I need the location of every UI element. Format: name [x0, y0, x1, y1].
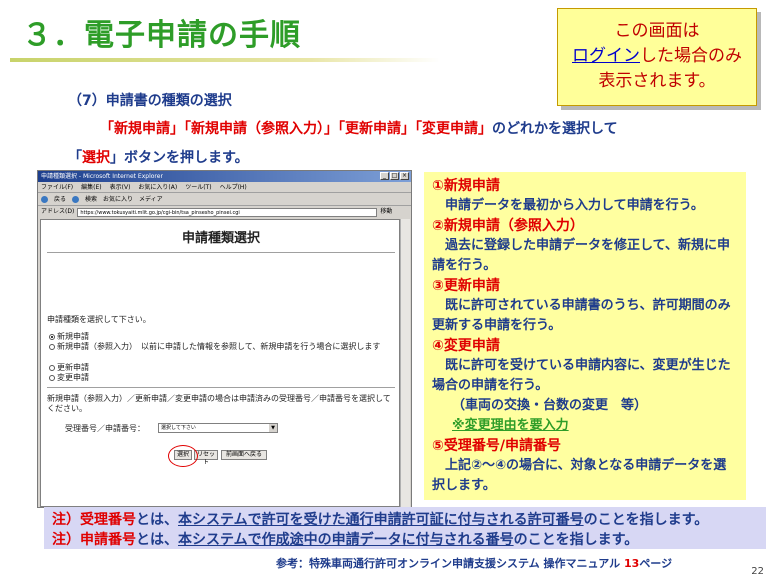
title-underline [10, 58, 440, 62]
menu-edit[interactable]: 編集(E) [81, 182, 101, 192]
browser-window: 申請種類選択 - Microsoft Internet Explorer _ □… [37, 170, 412, 508]
address-label: アドレス(D) [41, 208, 75, 215]
forward-icon[interactable] [72, 195, 80, 203]
page-title: 申請種類選択 [181, 231, 260, 246]
menu-tools[interactable]: ツール(T) [185, 182, 211, 192]
back-icon[interactable] [41, 195, 48, 203]
option-new-ref: 「新規申請（参照入力）」 [184, 121, 338, 137]
note-mid: とは、 [136, 512, 178, 528]
minimize-icon[interactable]: _ [380, 172, 389, 180]
menu-favorites[interactable]: お気に入り(A) [138, 182, 177, 192]
reference-text: 参考：特殊車両通行許可オンライン申請支援システム 操作マニュアル [276, 557, 624, 570]
option-change: 「変更申請」 [415, 121, 492, 137]
instruction-line-2: 「選択」ボタンを押します。 [68, 147, 249, 167]
toolbar-favorites[interactable]: お気に入り [103, 193, 133, 206]
reference-page: 13 [624, 557, 640, 570]
radio-renew[interactable]: 更新申請 [49, 363, 89, 373]
number-select[interactable]: 選択して下さい [158, 423, 278, 433]
manual-reference: 参考：特殊車両通行許可オンライン申請支援システム 操作マニュアル 13ページ [276, 555, 672, 571]
item-heading: ①新規申請 [432, 178, 500, 194]
item-desc: 過去に登録した申請データを修正して、新規に申請を行う。 [432, 238, 730, 273]
browser-toolbar: 戻る 検索 お気に入り メディア [38, 193, 411, 206]
item-extra: （車両の交換・台数の変更 等） [452, 398, 648, 413]
radio-label: 新規申請（参照入力） 以前に申請した情報を参照して、新規申請を行う場合に選択しま… [57, 342, 381, 351]
highlight-circle [168, 445, 198, 467]
item-desc: 既に許可されている申請書のうち、許可期間のみ更新する申請を行う。 [432, 298, 731, 333]
step-heading: （7）申請書の種類の選択 [68, 93, 232, 109]
toolbar-back[interactable]: 戻る [54, 193, 66, 206]
instruction-tail-1: のどれかを選択して [492, 121, 618, 137]
note-term: 注）受理番号 [52, 512, 136, 528]
callout-line3: 表示されます。 [598, 71, 716, 91]
back-button[interactable]: 前画面へ戻る [221, 450, 267, 460]
form-prompt: 申請種類を選択して下さい。 [47, 315, 151, 324]
callout-line1: この画面は [614, 21, 700, 41]
item-desc: 上記②～④の場合に、対象となる申請データを選択します。 [432, 458, 727, 493]
option-renew: 「更新申請」 [338, 121, 415, 137]
item-heading: ②新規申請（参照入力） [432, 218, 584, 234]
radio-label: 新規申請 [57, 332, 89, 341]
toolbar-media[interactable]: メディア [139, 193, 163, 206]
bracket-close: 」 [110, 150, 124, 166]
radio-label: 変更申請 [57, 373, 89, 382]
select-word: 選択 [82, 150, 110, 166]
go-button[interactable]: 移動 [380, 206, 392, 218]
window-controls: _ □ × [380, 172, 409, 180]
item-heading: ③更新申請 [432, 278, 500, 294]
login-callout: この画面は ログインした場合のみ 表示されます。 [557, 8, 757, 106]
item-heading: ⑤受理番号/申請番号 [432, 438, 561, 454]
menu-view[interactable]: 表示(V) [110, 182, 131, 192]
browser-content: 申請種類選択 申請種類を選択して下さい。 新規申請 新規申請（参照入力） 以前に… [40, 219, 400, 507]
radio-icon[interactable] [49, 365, 55, 371]
divider [47, 252, 395, 253]
maximize-icon[interactable]: □ [390, 172, 399, 180]
explanation-panel: ①新規申請 申請データを最初から入力して申請を行う。 ②新規申請（参照入力） 過… [424, 172, 746, 500]
radio-checked-icon[interactable] [49, 334, 55, 340]
slide-title: ３．電子申請の手順 [22, 18, 301, 53]
menu-file[interactable]: ファイル(F) [41, 182, 73, 192]
note-end: のことを指します。 [513, 532, 639, 548]
instruction-line-1: 「新規申請」「新規申請（参照入力）」「更新申請」「変更申請」のどれかを選択して [100, 118, 618, 138]
notes-box: 注）受理番号とは、本システムで許可を受けた通行申請許可証に付与される許可番号のこ… [44, 507, 766, 549]
form-note: 新規申請（参照入力）／更新申請／変更申請の場合は申請済みの受理番号／申請番号を選… [47, 394, 391, 413]
address-bar: アドレス(D) https://www.tokusyaiti.mlit.go.j… [38, 206, 411, 218]
note-end: のことを指します。 [583, 512, 709, 528]
note-mid: とは、 [136, 532, 178, 548]
option-new: 「新規申請」 [100, 121, 184, 137]
radio-label: 更新申請 [57, 363, 89, 372]
toolbar-search[interactable]: 検索 [85, 193, 97, 206]
instruction-tail-2: ボタンを押します。 [124, 150, 249, 166]
close-icon[interactable]: × [400, 172, 409, 180]
menu-help[interactable]: ヘルプ(H) [220, 182, 247, 192]
page-number: 22 [751, 566, 764, 577]
select-label: 受理番号／申請番号： [65, 424, 145, 433]
note-def: 本システムで許可を受けた通行申請許可証に付与される許可番号 [178, 512, 584, 528]
browser-title: 申請種類選択 - Microsoft Internet Explorer [41, 173, 163, 180]
address-input[interactable]: https://www.tokusyaiti.mlit.go.jp/cgi-bi… [77, 207, 378, 217]
item-heading: ④変更申請 [432, 338, 500, 354]
divider [47, 387, 395, 388]
bracket-open: 「 [68, 150, 82, 166]
menu-bar: ファイル(F) 編集(E) 表示(V) お気に入り(A) ツール(T) ヘルプ(… [38, 182, 411, 193]
browser-titlebar: 申請種類選択 - Microsoft Internet Explorer _ □… [38, 171, 411, 182]
item-desc: 申請データを最初から入力して申請を行う。 [445, 198, 704, 213]
reference-suffix: ページ [639, 557, 673, 570]
radio-new[interactable]: 新規申請 [49, 332, 89, 342]
callout-login-link: ログイン [572, 46, 640, 66]
note-receipt-number: 注）受理番号とは、本システムで許可を受けた通行申請許可証に付与される許可番号のこ… [52, 509, 708, 529]
radio-change[interactable]: 変更申請 [49, 373, 89, 383]
item-desc: 既に許可を受けている申請内容に、変更が生じた場合の申請を行う。 [432, 358, 731, 393]
callout-line2-rest: した場合のみ [640, 46, 742, 66]
callout-line2: ログインした場合のみ [558, 44, 756, 69]
note-def: 本システムで作成途中の申請データに付与される番号 [178, 532, 514, 548]
radio-icon[interactable] [49, 344, 55, 350]
note-application-number: 注）申請番号とは、本システムで作成途中の申請データに付与される番号のことを指しま… [52, 529, 638, 549]
note-term: 注）申請番号 [52, 532, 136, 548]
item-note: ※変更理由を要入力 [452, 418, 569, 433]
vertical-scrollbar[interactable] [400, 219, 410, 507]
radio-new-ref[interactable]: 新規申請（参照入力） 以前に申請した情報を参照して、新規申請を行う場合に選択しま… [49, 342, 394, 352]
radio-icon[interactable] [49, 375, 55, 381]
